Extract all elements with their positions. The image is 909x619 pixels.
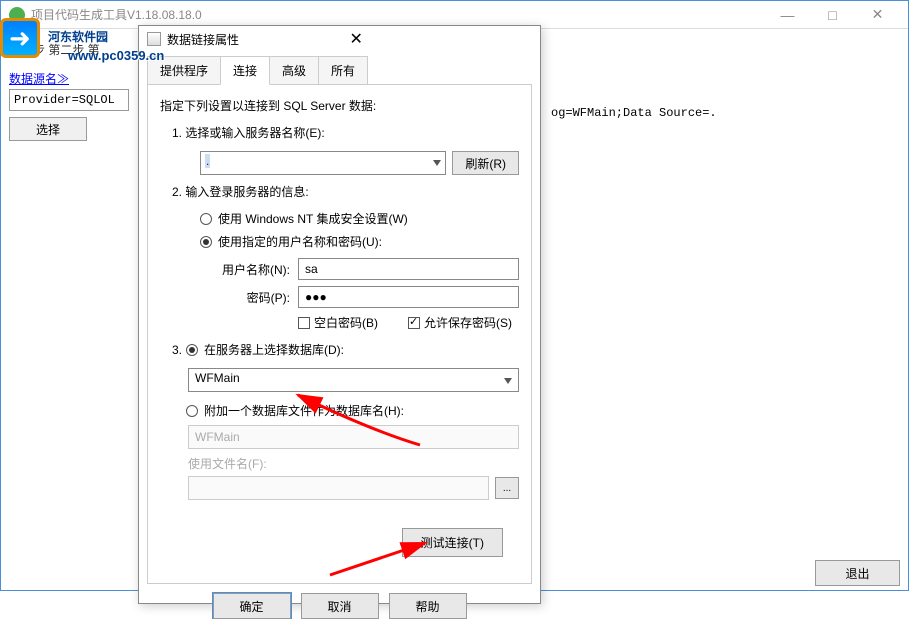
minimize-button[interactable]: —: [765, 1, 810, 29]
dialog-title-bar: 数据链接属性 ✕: [139, 26, 540, 52]
cancel-button[interactable]: 取消: [301, 593, 379, 619]
radio-icon: [200, 236, 212, 248]
attach-dbname-input: [188, 425, 519, 449]
intro-text: 指定下列设置以连接到 SQL Server 数据:: [160, 97, 519, 114]
test-connection-button[interactable]: 测试连接(T): [402, 528, 503, 557]
dialog-icon: [147, 32, 161, 46]
allow-save-checkbox[interactable]: 允许保存密码(S): [408, 314, 512, 331]
username-label: 用户名称(N):: [208, 261, 290, 278]
help-button[interactable]: 帮助: [389, 593, 467, 619]
tab-provider[interactable]: 提供程序: [147, 56, 221, 85]
maximize-button[interactable]: □: [810, 1, 855, 29]
radio-attach-file[interactable]: 附加一个数据库文件作为数据库名(H):: [160, 402, 519, 419]
datasource-input-left[interactable]: [9, 89, 129, 111]
radio-select-db[interactable]: [186, 344, 198, 356]
tab-advanced[interactable]: 高级: [269, 56, 319, 85]
close-button[interactable]: ✕: [855, 1, 900, 29]
checkbox-icon: [298, 317, 310, 329]
window-title: 项目代码生成工具V1.18.08.18.0: [31, 6, 765, 23]
tab-connection[interactable]: 连接: [220, 56, 270, 85]
database-combo[interactable]: WFMain: [188, 368, 519, 392]
radio-nt-security[interactable]: 使用 Windows NT 集成安全设置(W): [200, 210, 519, 227]
item1-label: 1. 选择或输入服务器名称(E):: [160, 124, 519, 141]
password-label: 密码(P):: [208, 289, 290, 306]
connection-dialog: 数据链接属性 ✕ 提供程序 连接 高级 所有 指定下列设置以连接到 SQL Se…: [138, 25, 541, 604]
dialog-tabs: 提供程序 连接 高级 所有: [147, 56, 532, 85]
exit-button[interactable]: 退出: [815, 560, 900, 586]
radio-icon: [200, 213, 212, 225]
ok-button[interactable]: 确定: [213, 593, 291, 619]
tab-all[interactable]: 所有: [318, 56, 368, 85]
password-input[interactable]: [298, 286, 519, 308]
tab-content: 指定下列设置以连接到 SQL Server 数据: 1. 选择或输入服务器名称(…: [147, 84, 532, 584]
dialog-title: 数据链接属性: [167, 31, 346, 48]
username-input[interactable]: [298, 258, 519, 280]
radio-username[interactable]: 使用指定的用户名称和密码(U):: [200, 233, 519, 250]
dialog-close-icon[interactable]: ✕: [346, 29, 533, 49]
radio-icon: [186, 405, 198, 417]
select-button[interactable]: 选择: [9, 117, 87, 141]
refresh-button[interactable]: 刷新(R): [452, 151, 519, 175]
blank-password-checkbox[interactable]: 空白密码(B): [298, 314, 378, 331]
browse-button: ...: [495, 477, 519, 499]
window-controls: — □ ✕: [765, 1, 900, 29]
item3-row: 3. 在服务器上选择数据库(D):: [160, 341, 519, 358]
dialog-buttons: 确定 取消 帮助: [139, 593, 540, 619]
datasource-visible-tail: og=WFMain;Data Source=.: [551, 106, 717, 120]
server-combo[interactable]: .: [200, 151, 446, 175]
filename-input: [188, 476, 489, 500]
filename-label: 使用文件名(F):: [160, 455, 519, 472]
app-icon: [9, 7, 25, 23]
item2-label: 2. 输入登录服务器的信息:: [160, 183, 519, 200]
checkbox-icon: [408, 317, 420, 329]
